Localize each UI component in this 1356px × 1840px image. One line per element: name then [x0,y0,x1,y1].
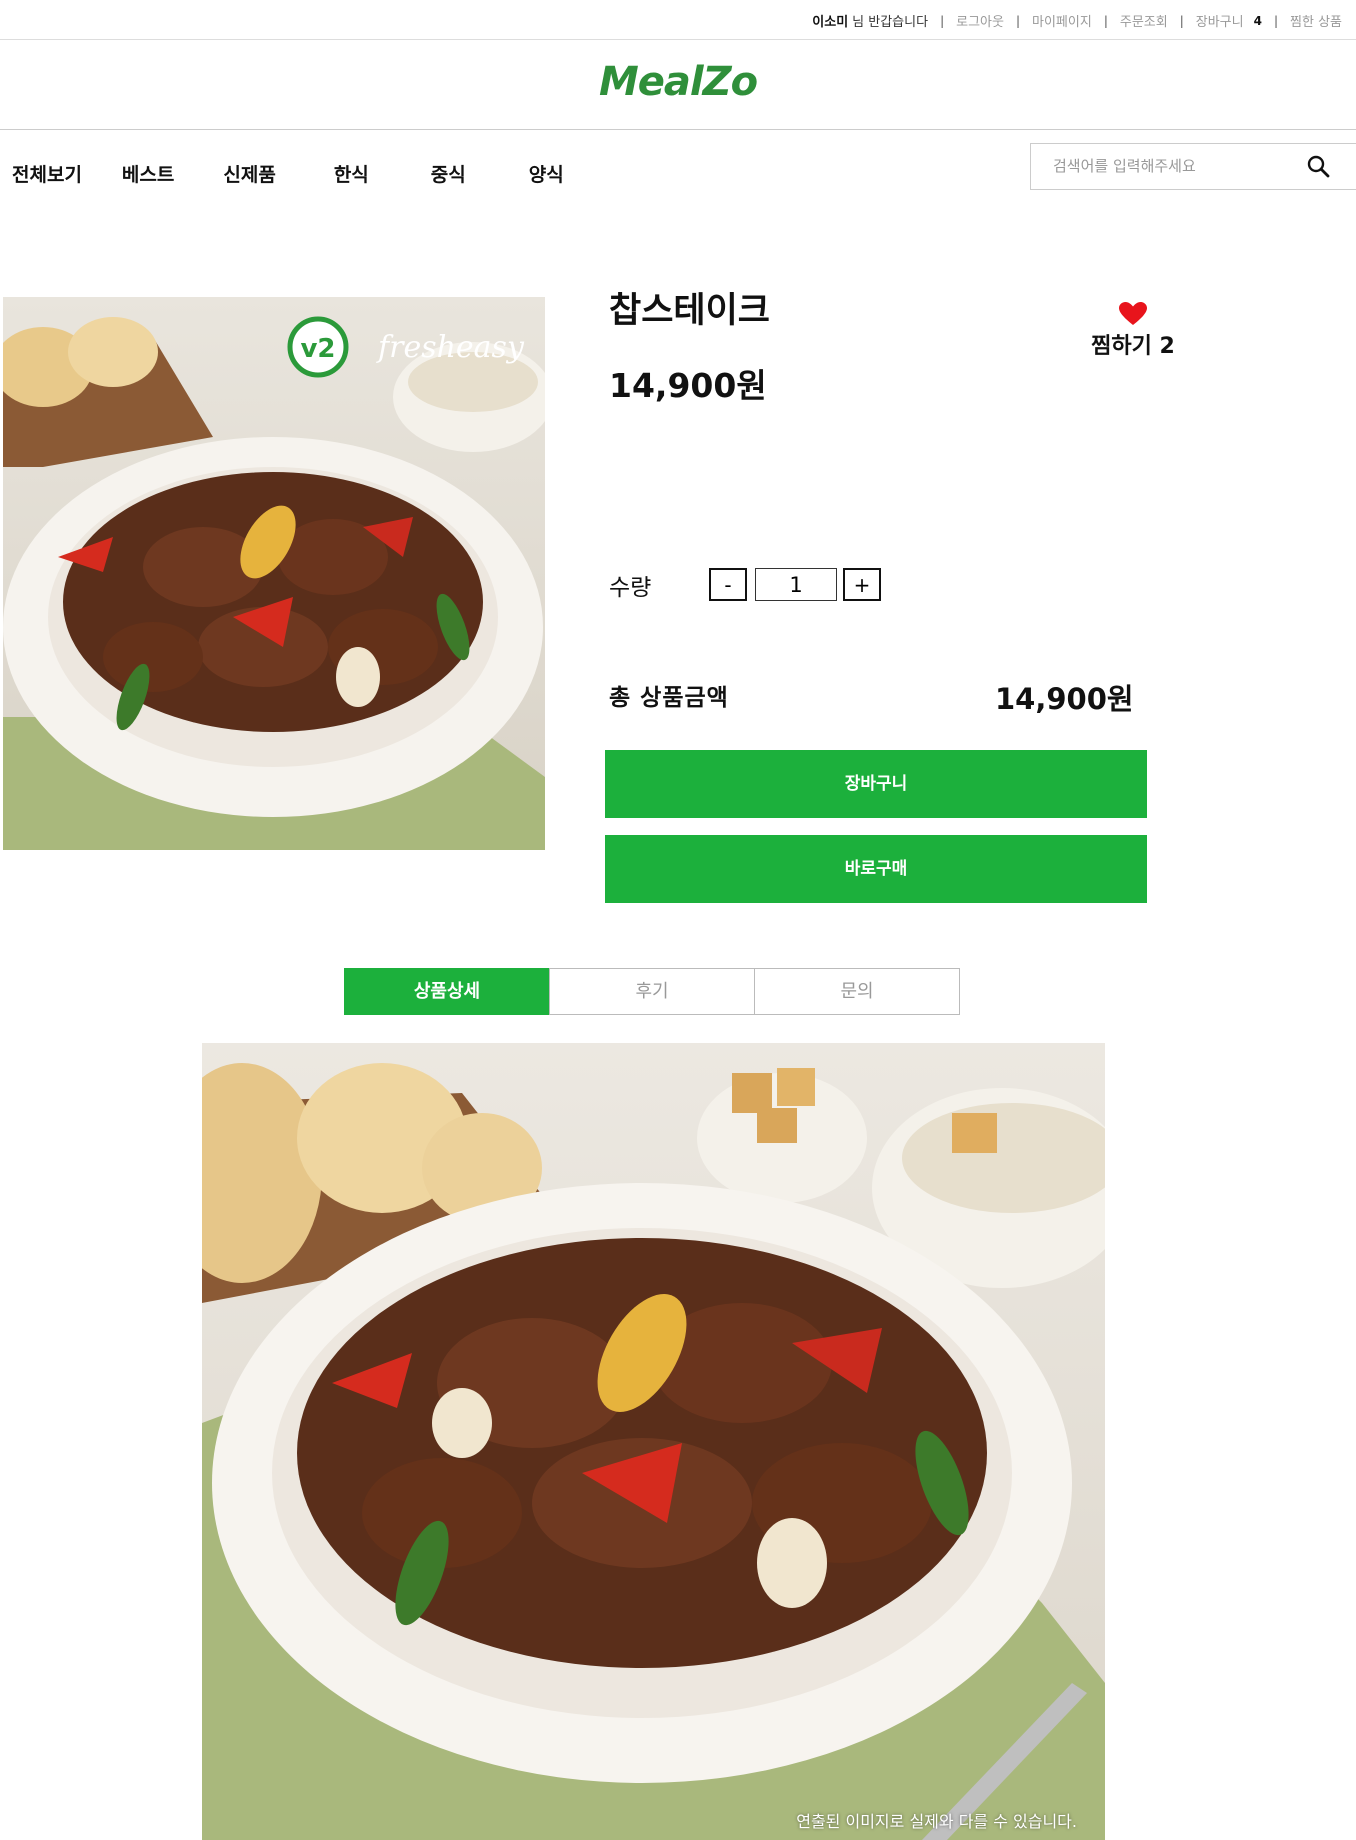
total-price-value: 14,900원 [995,682,1134,716]
nav-item-new[interactable]: 신제품 [223,160,275,187]
quantity-label: 수량 [609,575,652,601]
search-icon[interactable] [1306,154,1332,180]
nav-item-western[interactable]: 양식 [529,160,564,187]
search-input[interactable] [1053,157,1293,175]
badge-logo-text: v2 [300,334,335,364]
cart-count-badge: 4 [1253,13,1262,28]
category-list: 전체보기 베스트 신제품 한식 중식 양식 [12,160,564,187]
nav-item-all[interactable]: 전체보기 [12,160,82,187]
quantity-input[interactable] [755,568,837,601]
quantity-increase-button[interactable]: + [843,568,881,601]
product-title: 찹스테이크 [609,291,771,331]
detail-tabs: 상품상세 후기 문의 [344,968,960,1015]
logout-link[interactable]: 로그아웃 [956,11,1004,30]
wishlist-link[interactable]: 찜한 상품 [1290,11,1342,30]
divider: | [1015,13,1021,28]
buy-now-button[interactable]: 바로구매 [605,835,1147,903]
wish-button[interactable]: 찜하기 2 [1085,302,1181,360]
cart-link[interactable]: 장바구니 [1196,11,1244,30]
top-utility-bar: 이소미 님 반갑습니다 | 로그아웃 | 마이페이지 | 주문조회 | 장바구니… [0,0,1356,40]
nav-item-chinese[interactable]: 중식 [431,160,466,187]
heart-icon [1119,302,1147,325]
product-price: 14,900원 [609,366,767,405]
wish-label: 찜하기 2 [1091,334,1175,359]
badge-brand-text: fresheasy [376,330,525,365]
divider: | [1273,13,1279,28]
tab-detail[interactable]: 상품상세 [344,968,550,1015]
orders-link[interactable]: 주문조회 [1120,11,1168,30]
greeting-text: 님 반갑습니다 [852,15,929,30]
user-name: 이소미 [812,15,849,30]
divider: | [1179,13,1184,28]
tab-inquiry[interactable]: 문의 [754,968,960,1015]
nav-item-korean[interactable]: 한식 [334,160,369,187]
logo-bar: MealZo [0,41,1356,130]
detail-image-caption: 연출된 이미지로 실제와 다를 수 있습니다. [796,1812,1077,1831]
total-price-label: 총 상품금액 [609,685,729,711]
site-logo[interactable]: MealZo [0,59,1356,105]
tab-reviews[interactable]: 후기 [549,968,755,1015]
divider: | [940,13,945,28]
product-image: v2 fresheasy [3,297,545,850]
divider: | [1103,13,1108,28]
category-nav: 전체보기 베스트 신제품 한식 중식 양식 [0,130,1356,210]
utility-links: 이소미 님 반갑습니다 | 로그아웃 | 마이페이지 | 주문조회 | 장바구니… [812,11,1342,31]
search-box [1030,143,1356,190]
mypage-link[interactable]: 마이페이지 [1032,11,1092,30]
add-to-cart-button[interactable]: 장바구니 [605,750,1147,818]
nav-item-best[interactable]: 베스트 [122,160,174,187]
quantity-decrease-button[interactable]: - [709,568,747,601]
detail-image: 연출된 이미지로 실제와 다를 수 있습니다. [202,1043,1105,1840]
